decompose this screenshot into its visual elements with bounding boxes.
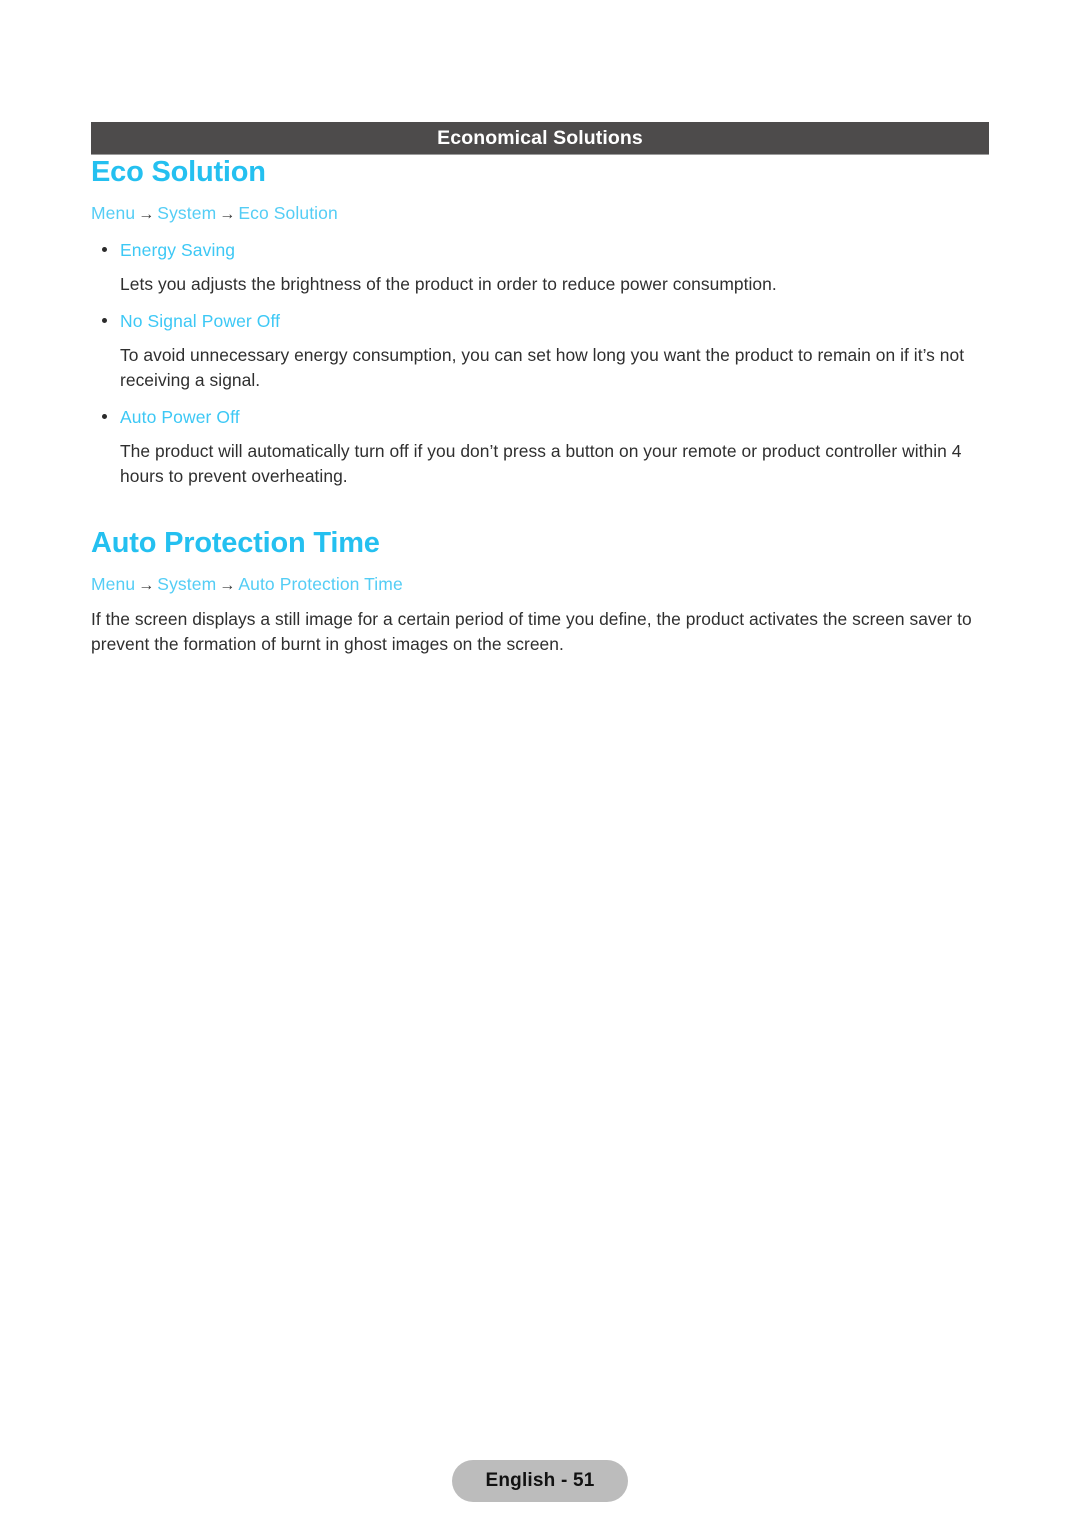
topic-heading-auto-protection-time: Auto Protection Time [91, 527, 380, 559]
breadcrumb-eco-solution: Menu → System → Eco Solution [91, 201, 1001, 227]
list-item: No Signal Power Off [91, 309, 1001, 333]
option-description-energy-saving: Lets you adjusts the brightness of the p… [120, 274, 777, 294]
option-description-auto-power-off: The product will automatically turn off … [120, 441, 962, 486]
breadcrumb-root: Menu [91, 203, 136, 223]
option-label-energy-saving: Energy Saving [120, 240, 236, 260]
breadcrumb-leaf: Eco Solution [238, 203, 338, 223]
section-body-auto-protection-time: If the screen displays a still image for… [91, 609, 972, 654]
arrow-right-icon: → [138, 206, 155, 223]
bullet-icon [102, 318, 107, 323]
bullet-icon [102, 247, 107, 252]
breadcrumb-root: Menu [91, 574, 136, 594]
footer-page-label: English - 51 [485, 1470, 595, 1491]
option-label-no-signal-power-off: No Signal Power Off [120, 311, 281, 331]
manual-page: Economical Solutions Eco Solution Menu → S… [0, 0, 1080, 1534]
eco-solution-option-list: Energy Saving [91, 238, 1001, 262]
breadcrumb-leaf: Auto Protection Time [238, 574, 403, 594]
section-banner: Economical Solutions [91, 122, 989, 155]
footer-page-badge: English - 51 [452, 1460, 628, 1502]
option-description-no-signal-power-off: To avoid unnecessary energy consumption,… [120, 345, 965, 390]
list-item: Energy Saving [91, 238, 1001, 262]
arrow-right-icon: → [138, 577, 155, 594]
list-item: Auto Power Off [91, 405, 1001, 429]
breadcrumb-middle: System [157, 574, 217, 594]
section-banner-title: Economical Solutions [437, 127, 643, 149]
eco-solution-option-list-2: No Signal Power Off [91, 309, 1001, 333]
bullet-icon [102, 414, 107, 419]
arrow-right-icon: → [219, 206, 236, 223]
eco-solution-option-list-3: Auto Power Off [91, 405, 1001, 429]
breadcrumb-middle: System [157, 203, 217, 223]
page-content: Eco Solution Menu → System → Eco Solution En… [91, 155, 1001, 657]
option-label-auto-power-off: Auto Power Off [120, 407, 240, 427]
breadcrumb-auto-protection-time: Menu → System → Auto Protection Time [91, 572, 1001, 598]
arrow-right-icon: → [219, 577, 236, 594]
topic-heading-eco-solution: Eco Solution [91, 156, 266, 188]
